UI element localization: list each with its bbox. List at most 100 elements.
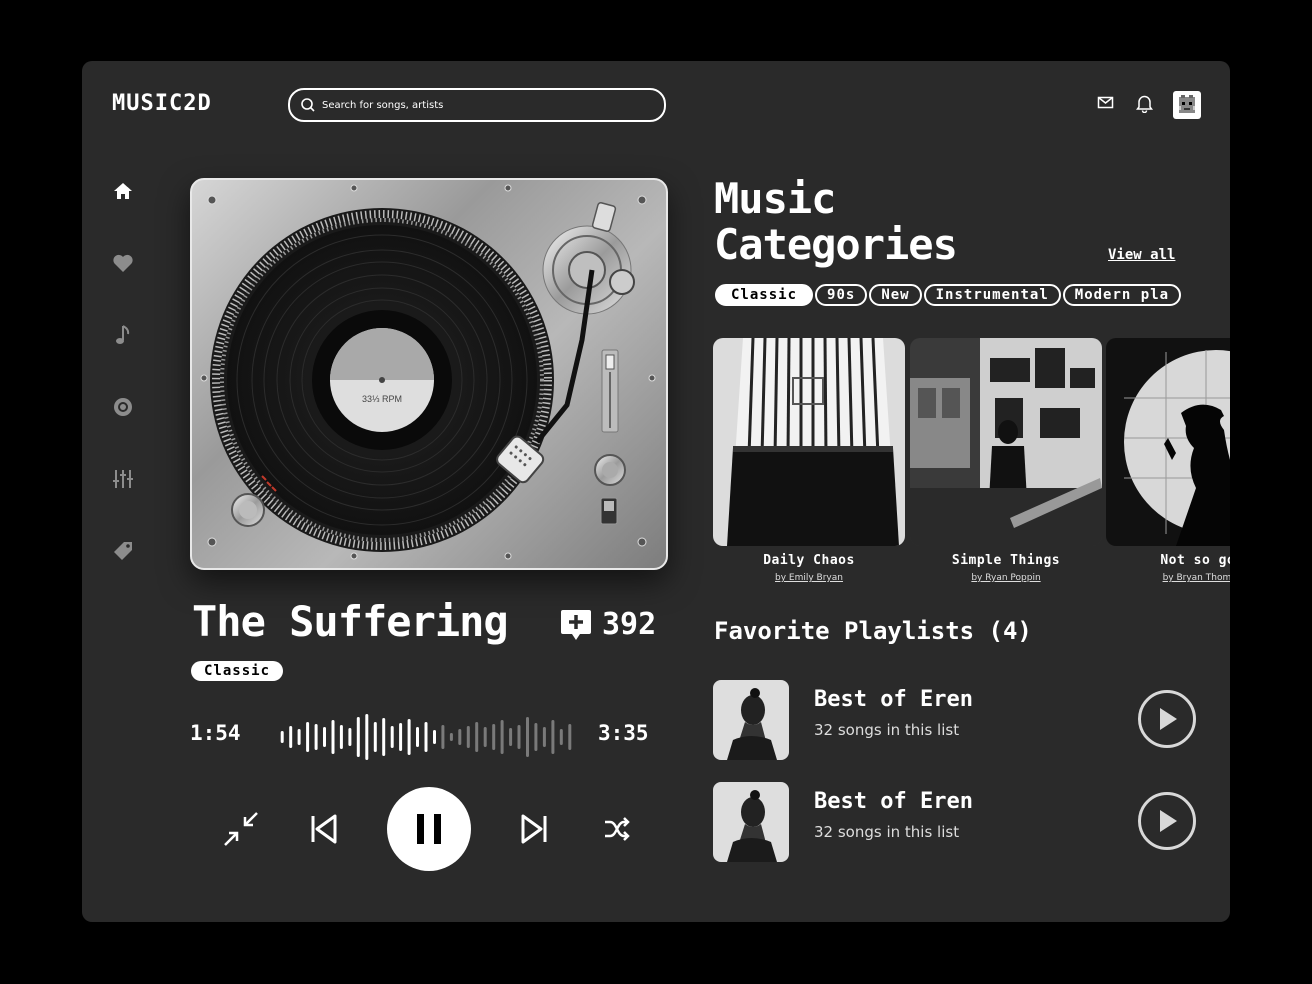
waveform-bar [297, 729, 301, 745]
sidebar-item-albums[interactable] [110, 394, 136, 420]
waveform-bar [348, 728, 352, 746]
playlist-thumbnail[interactable] [713, 782, 789, 862]
waveform-bar [331, 720, 335, 754]
waveform-bar [568, 724, 572, 750]
playlist-count: 32 songs in this list [814, 721, 960, 739]
waveform-bar [314, 724, 318, 750]
card-title: Simple Things [951, 553, 1061, 568]
sidebar-item-equalizer[interactable] [110, 466, 136, 492]
card-title: Daily Chaos [763, 553, 855, 568]
waveform-bar [306, 722, 310, 752]
card-image [910, 338, 1102, 546]
waveform-bar [542, 727, 546, 747]
playlist-name: Best of Eren [814, 687, 973, 712]
chip-classic[interactable]: Classic [715, 284, 814, 306]
disc-icon [114, 398, 132, 416]
waveform-bar [509, 728, 513, 746]
turntable-illustration: 33⅓ RPM [190, 178, 668, 570]
card-author-link[interactable]: by Bryan Thomas [1106, 573, 1230, 583]
search-bar[interactable] [288, 88, 666, 122]
bell-icon[interactable] [1136, 94, 1153, 117]
waveform-bar [551, 720, 555, 754]
category-card[interactable]: Not so goo by Bryan Thomas [1106, 338, 1230, 583]
waveform-bar [416, 727, 419, 747]
sliders-icon [113, 470, 133, 488]
comments-counter[interactable]: 392 [560, 607, 656, 642]
search-icon [301, 98, 315, 112]
waveform-progress[interactable] [278, 711, 574, 767]
card-image [713, 338, 905, 546]
waveform-bar [365, 714, 369, 760]
waveform-bar [483, 727, 487, 747]
next-button[interactable] [514, 809, 554, 849]
card-author-link[interactable]: by Emily Bryan [713, 573, 905, 583]
pause-icon [417, 814, 441, 844]
play-playlist-button[interactable] [1138, 792, 1196, 850]
chip-modern[interactable]: Modern pla [1062, 284, 1182, 306]
collapse-arrows-icon [224, 812, 258, 846]
playlist-count: 32 songs in this list [814, 823, 960, 841]
search-input[interactable] [320, 98, 644, 112]
waveform-bar [339, 725, 343, 749]
shuffle-button[interactable] [597, 809, 637, 849]
waveform-bar [441, 725, 445, 749]
playlist-name: Best of Eren [814, 789, 973, 814]
sidebar-item-home[interactable] [110, 178, 136, 204]
home-icon [114, 183, 132, 199]
waveform-bar [382, 718, 386, 756]
waveform-bar [433, 730, 436, 744]
waveform-bar [492, 724, 496, 750]
waveform-bar [289, 726, 293, 748]
waveform-bar [323, 727, 326, 747]
waveform-bar [466, 726, 470, 748]
waveform-bar [517, 725, 521, 749]
sidebar-item-tags[interactable] [110, 538, 136, 564]
duration-time: 3:35 [598, 721, 649, 745]
waveform-bar [390, 726, 394, 748]
genre-badge: Classic [191, 661, 284, 681]
categories-heading: Music Categories [714, 174, 958, 269]
comments-count: 392 [602, 607, 657, 642]
category-card[interactable]: Simple Things by Ryan Poppin [910, 338, 1102, 583]
play-icon [1160, 708, 1177, 730]
play-playlist-button[interactable] [1138, 690, 1196, 748]
category-card[interactable]: Daily Chaos by Emily Bryan [713, 338, 905, 583]
mail-icon[interactable] [1097, 94, 1114, 115]
pause-button[interactable] [387, 787, 471, 871]
waveform-bar [373, 722, 377, 752]
chip-instrumental[interactable]: Instrumental [923, 284, 1061, 306]
waveform-bar [424, 722, 428, 752]
chip-new[interactable]: New [869, 284, 922, 306]
app-logo: MUSIC2D [112, 91, 212, 116]
view-all-link[interactable]: View all [1108, 247, 1175, 263]
avatar[interactable] [1173, 91, 1201, 119]
waveform-bar [500, 720, 504, 754]
previous-button[interactable] [304, 809, 344, 849]
waveform-bar [356, 717, 360, 757]
elapsed-time: 1:54 [190, 721, 241, 745]
play-icon [1160, 810, 1177, 832]
song-title: The Suffering [192, 597, 509, 646]
waveform-bar [526, 717, 529, 757]
tag-icon [114, 542, 132, 560]
waveform-bar [399, 723, 403, 751]
card-author-link[interactable]: by Ryan Poppin [910, 573, 1102, 583]
music-note-icon [116, 325, 130, 344]
playlist-thumbnail[interactable] [713, 680, 789, 760]
waveform-bar [534, 723, 538, 751]
waveform-bar [475, 722, 479, 752]
minimize-button[interactable] [221, 809, 261, 849]
add-comment-icon [561, 609, 591, 640]
waveform-bar [458, 729, 462, 745]
waveform-bar [407, 719, 411, 755]
sidebar-item-music[interactable] [110, 322, 136, 348]
app-window: MUSIC2D Search for songs, artists 33⅓ RP… [82, 61, 1230, 922]
sidebar-item-favorites[interactable] [110, 250, 136, 276]
card-title: Not so goo [1160, 553, 1230, 568]
heart-icon [113, 254, 133, 272]
card-image [1106, 338, 1230, 546]
waveform-bar [449, 733, 453, 741]
chip-90s[interactable]: 90s [815, 284, 868, 306]
rpm-label: 33⅓ RPM [362, 394, 402, 404]
category-chips: Classic 90s New Instrumental Modern pla [715, 284, 1182, 306]
